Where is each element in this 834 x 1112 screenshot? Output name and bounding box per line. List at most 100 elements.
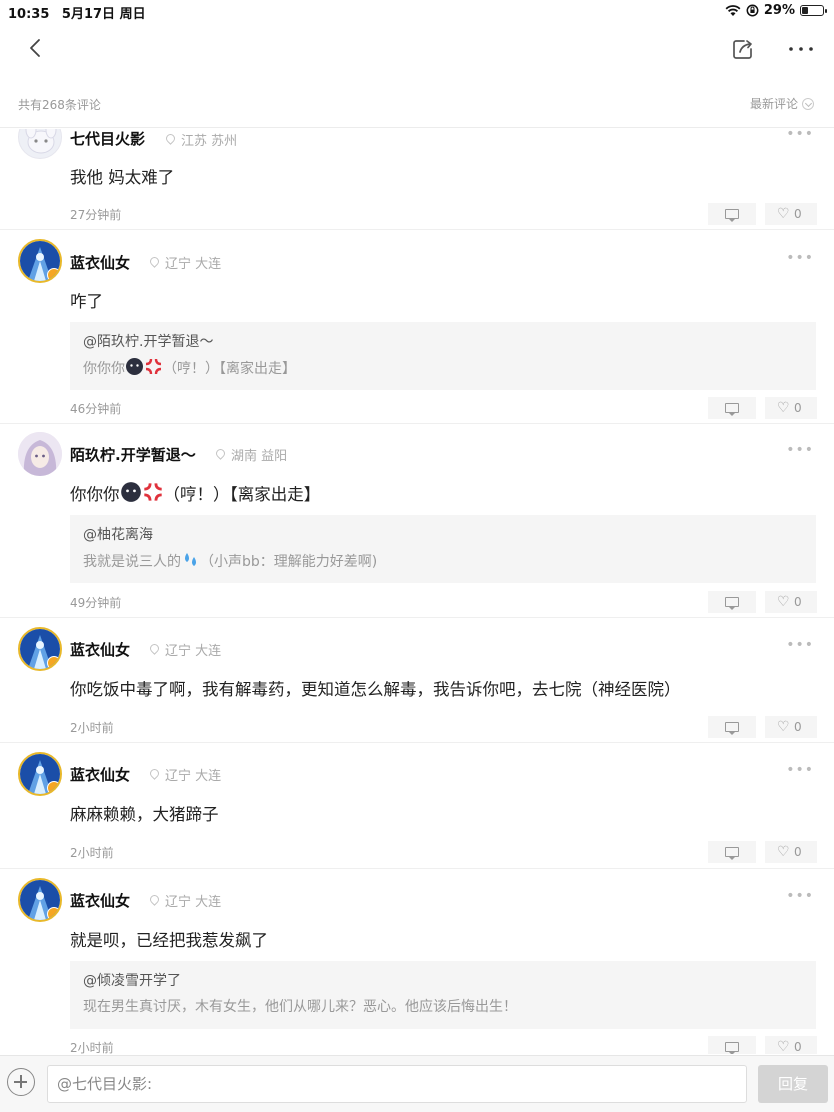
location-text: 湖南 益阳: [231, 449, 288, 464]
like-count: 0: [794, 845, 802, 859]
reply-button[interactable]: [708, 397, 756, 419]
battery-icon: [800, 5, 827, 16]
reply-button[interactable]: [708, 203, 756, 225]
quoted-text: 现在男生真讨厌，木有女生，他们从哪儿来？恶心。他应该后悔出生！: [83, 999, 517, 1015]
angry-face-emoji-icon: [126, 358, 143, 375]
battery-percent: 29%: [763, 3, 795, 18]
avatar[interactable]: [18, 752, 62, 796]
angry-face-emoji-icon: [120, 482, 141, 502]
comment-bubble-icon: [725, 722, 739, 735]
location-text: 江苏 苏州: [181, 134, 238, 149]
share-icon: [733, 40, 752, 59]
comment-username[interactable]: 七代目火影: [70, 129, 145, 149]
comment-location: 辽宁 大连: [150, 253, 221, 272]
comment-bubble-icon: [725, 597, 739, 610]
location-text: 辽宁 大连: [165, 895, 222, 910]
status-left: 10:35 5月17日 周日: [8, 3, 154, 22]
quoted-comment[interactable]: @倾凌雪开学了 现在男生真讨厌，木有女生，他们从哪儿来？恶心。他应该后悔出生！: [70, 961, 816, 1029]
crown-badge-icon: [47, 781, 60, 794]
reply-button[interactable]: [708, 841, 756, 863]
anime-girl-avatar-icon: [18, 432, 62, 476]
comment-more-icon[interactable]: •••: [786, 762, 814, 778]
crown-badge-icon: [47, 656, 60, 669]
comment-bubble-icon: [725, 847, 739, 860]
like-count: 0: [794, 595, 802, 609]
location-text: 辽宁 大连: [165, 644, 222, 659]
comment-item: 蓝衣仙女 辽宁 大连 ••• 咋了 @陌玖柠.开学暂退～ 你你你 （哼！）【离家出…: [0, 230, 834, 424]
comment-more-icon[interactable]: •••: [786, 442, 814, 458]
location-pin-icon: [150, 644, 159, 656]
comment-item: 陌玖柠.开学暂退～ 湖南 益阳 ••• 你你你 （哼！）【离家出走】 @柚花离海 …: [0, 424, 834, 618]
comment-item: 蓝衣仙女 辽宁 大连 ••• 麻麻赖赖，大猪蹄子 2小时前 ♡ 0: [0, 743, 834, 869]
comment-count-bar: 共有268条评论 最新评论: [0, 86, 834, 128]
comment-time: 2小时前: [70, 846, 114, 860]
comment-content: 你吃饭中毒了啊，我有解毒药，更知道怎么解毒，我告诉你吧，去七院（神经医院）: [70, 680, 681, 699]
anger-symbol-emoji-icon: [143, 483, 162, 501]
comment-more-icon[interactable]: •••: [786, 888, 814, 904]
like-count: 0: [794, 207, 802, 221]
comment-time: 27分钟前: [70, 208, 122, 222]
comment-bubble-icon: [725, 209, 739, 222]
like-count: 0: [794, 1040, 802, 1054]
more-button[interactable]: [786, 36, 816, 62]
comment-more-icon[interactable]: •••: [786, 637, 814, 653]
comment-item: 七代目火影 江苏 苏州 ••• 我他 妈太难了 27分钟前 ♡ 0: [0, 129, 834, 230]
comment-list[interactable]: 七代目火影 江苏 苏州 ••• 我他 妈太难了 27分钟前 ♡ 0 蓝衣仙女 辽宁…: [0, 129, 834, 1054]
heart-icon: ♡: [777, 1039, 790, 1054]
avatar[interactable]: [18, 878, 62, 922]
avatar[interactable]: [18, 239, 62, 283]
avatar[interactable]: [18, 432, 62, 476]
comment-content: 就是呗，已经把我惹发飙了: [70, 931, 268, 950]
reply-button[interactable]: [708, 716, 756, 738]
more-icon: [789, 47, 813, 51]
quoted-comment[interactable]: @陌玖柠.开学暂退～ 你你你 （哼！）【离家出走】: [70, 322, 816, 390]
status-right: 29%: [725, 3, 827, 18]
quoted-text-part: 我就是说三人的: [83, 554, 181, 570]
comment-username[interactable]: 蓝衣仙女: [70, 890, 130, 911]
chevron-left-icon: [30, 39, 40, 57]
comment-username[interactable]: 蓝衣仙女: [70, 252, 130, 273]
quoted-username: @陌玖柠.开学暂退～: [83, 334, 214, 350]
comment-username[interactable]: 陌玖柠.开学暂退～: [70, 444, 196, 465]
comment-count: 共有268条评论: [18, 98, 101, 112]
send-reply-button[interactable]: 回复: [758, 1065, 828, 1103]
like-button[interactable]: ♡ 0: [765, 397, 817, 419]
comment-bubble-icon: [725, 1042, 739, 1054]
comment-time: 46分钟前: [70, 402, 122, 416]
location-pin-icon: [150, 769, 159, 781]
comment-location: 江苏 苏州: [166, 130, 237, 149]
like-button[interactable]: ♡ 0: [765, 1036, 817, 1054]
share-button[interactable]: [730, 36, 756, 62]
comment-username[interactable]: 蓝衣仙女: [70, 764, 130, 785]
like-count: 0: [794, 720, 802, 734]
comment-content-part: 你你你: [70, 485, 120, 504]
like-button[interactable]: ♡ 0: [765, 203, 817, 225]
reply-button[interactable]: [708, 591, 756, 613]
comment-content: 你你你 （哼！）【离家出走】: [70, 481, 320, 505]
plus-circle-icon[interactable]: [7, 1068, 35, 1096]
anger-symbol-emoji-icon: [145, 358, 162, 375]
heart-icon: ♡: [777, 719, 790, 735]
quoted-comment[interactable]: @柚花离海 我就是说三人的 （小声bb：理解能力好差啊): [70, 515, 816, 583]
comment-username[interactable]: 蓝衣仙女: [70, 639, 130, 660]
quoted-text-part: （哼！）【离家出走】: [163, 361, 296, 377]
comment-more-icon[interactable]: •••: [786, 250, 814, 266]
avatar[interactable]: [18, 627, 62, 671]
like-button[interactable]: ♡ 0: [765, 716, 817, 738]
comment-time: 2小时前: [70, 1041, 114, 1054]
quoted-text: 你你你 （哼！）【离家出走】: [83, 357, 296, 378]
quoted-text-part: 你你你: [83, 361, 125, 377]
back-button[interactable]: [22, 34, 50, 62]
like-button[interactable]: ♡ 0: [765, 591, 817, 613]
like-button[interactable]: ♡ 0: [765, 841, 817, 863]
reply-input[interactable]: [47, 1065, 747, 1103]
reply-button[interactable]: [708, 1036, 756, 1054]
comment-more-icon[interactable]: •••: [786, 129, 814, 142]
sweat-droplets-emoji-icon: [185, 553, 196, 566]
heart-icon: ♡: [777, 594, 790, 610]
crown-badge-icon: [47, 268, 60, 281]
like-count: 0: [794, 401, 802, 415]
sort-dropdown[interactable]: 最新评论: [750, 95, 814, 112]
avatar[interactable]: [18, 129, 62, 159]
heart-icon: ♡: [777, 400, 790, 416]
